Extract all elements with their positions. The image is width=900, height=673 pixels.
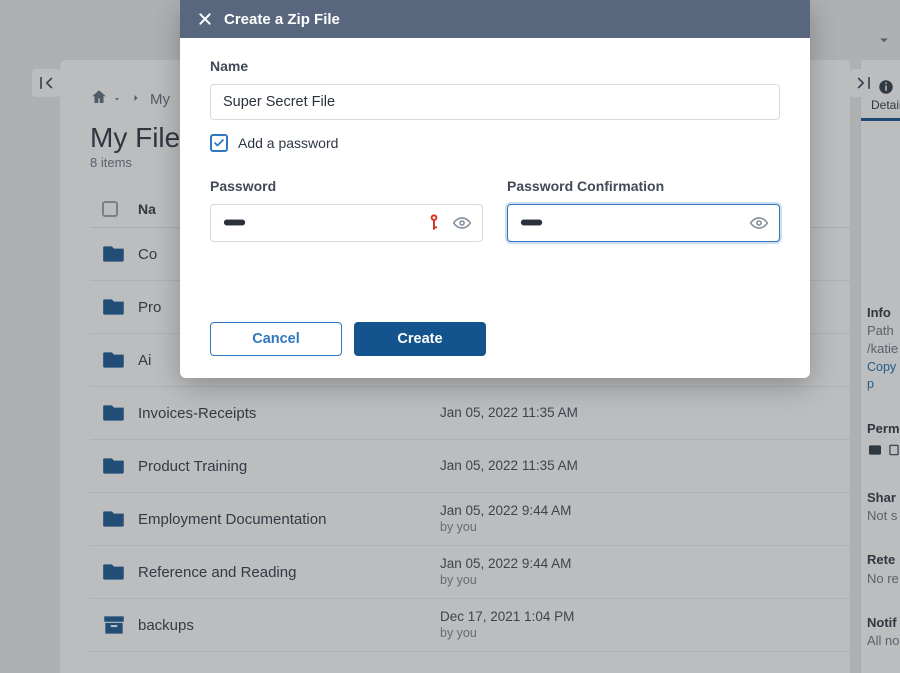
add-password-checkbox[interactable] xyxy=(210,134,228,152)
create-zip-modal: Create a Zip File Name Add a password Pa… xyxy=(180,0,810,378)
name-label: Name xyxy=(210,58,780,74)
password-label: Password xyxy=(210,178,483,194)
modal-actions: Cancel Create xyxy=(180,302,810,378)
modal-title: Create a Zip File xyxy=(224,11,340,28)
password-confirm-input[interactable] xyxy=(507,204,780,242)
eye-icon[interactable] xyxy=(748,212,770,234)
modal-header: Create a Zip File xyxy=(180,0,810,38)
password-confirm-label: Password Confirmation xyxy=(507,178,780,194)
add-password-label: Add a password xyxy=(238,135,338,151)
modal-body: Name Add a password Password xyxy=(180,38,810,302)
cancel-button[interactable]: Cancel xyxy=(210,322,342,356)
zip-name-input[interactable] xyxy=(210,84,780,120)
add-password-row[interactable]: Add a password xyxy=(210,134,780,152)
close-icon[interactable] xyxy=(196,10,214,28)
key-icon[interactable] xyxy=(423,212,445,234)
eye-icon[interactable] xyxy=(451,212,473,234)
create-button[interactable]: Create xyxy=(354,322,486,356)
